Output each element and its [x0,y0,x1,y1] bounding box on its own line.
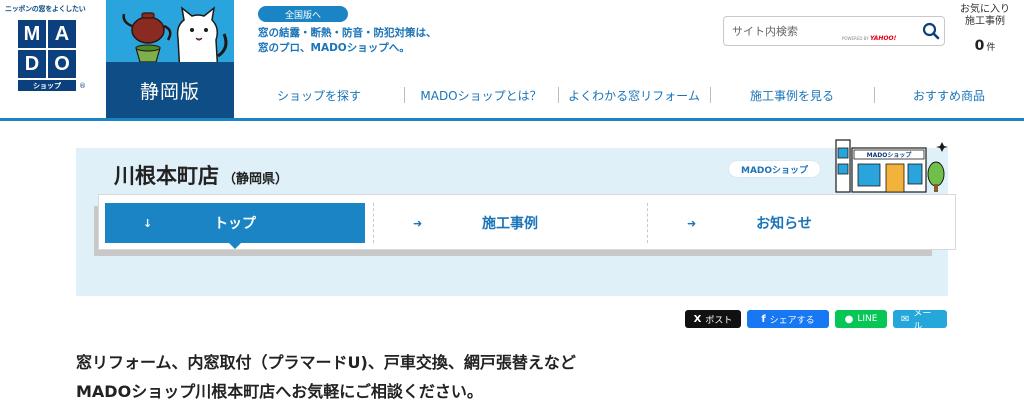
intro-line-2: MADOショップ川根本町店へお気軽にご相談ください。 [76,382,483,401]
shop-name: 川根本町店 [114,164,219,188]
powered-by-text: POWERED BY [842,36,869,41]
share-facebook-button[interactable]: f シェアする [747,310,829,328]
search-powered-by: POWERED BY YAHOO! [842,35,896,42]
tab-news[interactable]: ➜ お知らせ [649,203,919,243]
share-x-label: ポスト [705,315,733,326]
share-buttons: X ポスト f シェアする ● LINE ✉ メール [679,309,947,332]
storefront-illustration-icon: MADOショップ [835,139,948,193]
tab-separator [373,203,374,243]
logo-registered-mark: ® [79,82,86,90]
header-tagline: 窓の結露・断熱・防音・防犯対策は、 窓のプロ、MADOショップへ。 [258,27,437,54]
region-illustration [106,0,234,62]
logo-letters: M A D O [18,20,76,82]
favorites-count: 0件 [953,38,1017,54]
logo-letter-d: D [18,50,46,78]
tab-case-studies[interactable]: ➜ 施工事例 [375,203,645,243]
shop-tabs: ↓ トップ ➜ 施工事例 ➜ お知らせ [98,194,956,250]
tab-separator [647,203,648,243]
favorites-counter[interactable]: お気に入り 施工事例 0件 [953,4,1017,54]
storefront-sign: MADOショップ [867,151,913,159]
mado-logo[interactable]: ニッポンの窓をよくしたい M A D O ショップ ® [0,0,106,118]
logo-letter-m: M [18,20,46,48]
nav-find-shop[interactable]: ショップを探す [234,74,404,116]
share-x-button[interactable]: X ポスト [685,310,741,328]
favorites-label: お気に入り 施工事例 [960,4,1010,27]
arrow-right-icon: ➜ [687,216,697,230]
mado-shop-badge: MADOショップ [728,160,822,178]
logo-tagline: ニッポンの窓をよくしたい [5,5,86,13]
nav-recommended[interactable]: おすすめ商品 [874,74,1024,116]
mascot-cat-teapot-icon [122,6,228,62]
header-divider [0,118,1024,121]
line-icon: ● [844,313,854,325]
arrow-down-icon: ↓ [143,216,153,230]
share-mail-button[interactable]: ✉ メール [893,309,947,332]
share-line-button[interactable]: ● LINE [835,310,887,328]
national-site-button[interactable]: 全国版へ [258,6,348,22]
x-icon: X [693,313,702,325]
site-search: POWERED BY YAHOO! [723,16,945,46]
logo-letter-a: A [48,20,76,48]
logo-letter-o: O [48,50,76,78]
nav-window-reform[interactable]: よくわかる窓リフォーム [558,74,710,116]
share-mail-label: メール [913,309,932,332]
tab-top[interactable]: ↓ トップ [105,203,365,249]
share-line-label: LINE [857,314,878,324]
region-block: 静岡版 [106,0,234,118]
favorites-count-unit: 件 [986,43,996,53]
shop-prefecture: （静岡県） [223,172,289,187]
favorites-count-value: 0 [974,38,985,54]
intro-line-1: 窓リフォーム、内窓取付（プラマードU)、戸車交換、網戸張替えなど [76,353,576,372]
region-label: 静岡版 [106,62,234,118]
nav-case-studies[interactable]: 施工事例を見る [710,74,874,116]
site-header: ニッポンの窓をよくしたい M A D O ショップ ® 静岡版 全国版へ 窓の結… [0,0,1024,122]
shop-title: 川根本町店 （静岡県） [114,160,288,190]
share-facebook-label: シェアする [769,315,815,326]
nav-about-mado[interactable]: MADOショップとは？ [404,74,558,116]
mail-icon: ✉ [901,313,910,325]
shop-banner: 川根本町店 （静岡県） MADOショップ MADOショップ ↓ トップ ➜ 施工事… [76,139,956,296]
search-icon[interactable] [921,21,941,41]
arrow-right-icon: ➜ [413,216,423,230]
logo-subtitle: ショップ [18,80,76,91]
facebook-icon: f [761,313,766,325]
shop-intro: 窓リフォーム、内窓取付（プラマードU)、戸車交換、網戸張替えなど MADOショッ… [76,348,576,406]
yahoo-logo: YAHOO! [869,35,897,42]
global-nav: ショップを探す MADOショップとは？ よくわかる窓リフォーム 施工事例を見る … [234,74,1024,116]
